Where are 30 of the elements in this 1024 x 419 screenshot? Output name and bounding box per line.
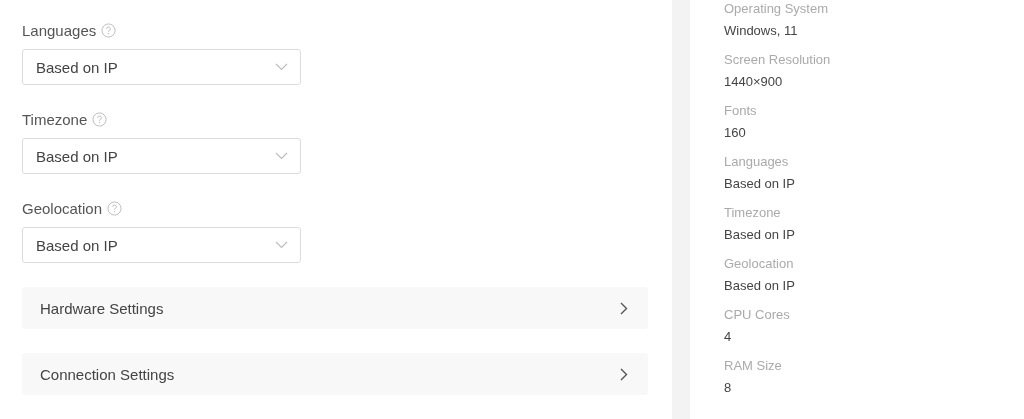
summary-label: Languages — [724, 153, 790, 170]
summary-value: 8 — [724, 379, 733, 397]
collapsible-section[interactable]: Hardware Settings — [22, 287, 648, 329]
help-icon[interactable] — [107, 201, 123, 216]
field-label: Timezone — [22, 111, 88, 128]
field-label: Geolocation — [22, 200, 103, 217]
dropdown[interactable]: Based on IP — [22, 49, 301, 85]
summary-value: 1440×900 — [724, 73, 784, 91]
summary-label: Operating System — [724, 0, 830, 17]
summary-value: Based on IP — [724, 175, 796, 193]
chevron-icon — [275, 152, 288, 160]
summary-label: CPU Cores — [724, 306, 791, 323]
summary-label: Geolocation — [724, 255, 795, 272]
summary-label: Screen Resolution — [724, 51, 832, 68]
summary-label: RAM Size — [724, 357, 783, 374]
dropdown[interactable]: Based on IP — [22, 227, 301, 263]
help-icon[interactable] — [92, 112, 108, 127]
summary-label: Timezone — [724, 204, 782, 221]
dropdown[interactable]: Based on IP — [22, 138, 301, 174]
collapsible-section[interactable]: Connection Settings — [22, 353, 648, 395]
summary-value: Windows, 11 — [724, 22, 799, 40]
chevron-icon — [275, 241, 288, 249]
summary-label: Fonts — [724, 102, 758, 119]
summary-value: 160 — [724, 124, 747, 142]
summary-value: Based on IP — [724, 277, 796, 295]
help-icon[interactable] — [101, 23, 117, 38]
chevron-icon — [275, 63, 288, 71]
field-label: Languages — [22, 22, 97, 39]
summary-value: 4 — [724, 328, 733, 346]
summary-value: Based on IP — [724, 226, 796, 244]
